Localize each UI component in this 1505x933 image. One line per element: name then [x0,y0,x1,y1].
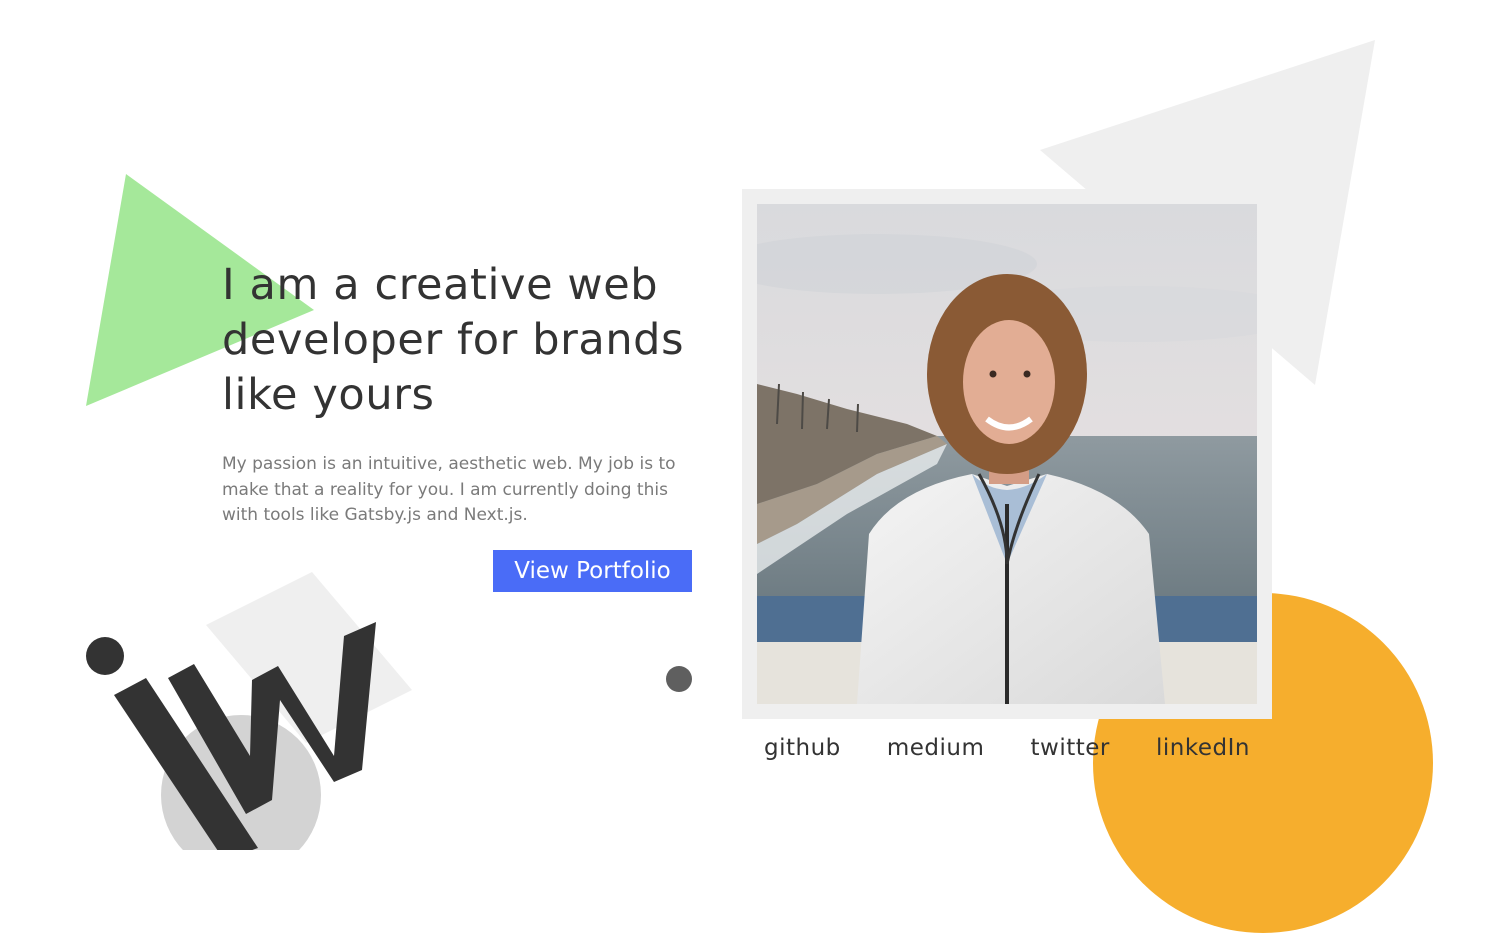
gray-dot-shape [666,666,692,692]
twitter-link[interactable]: twitter [1031,728,1110,768]
jw-logo-icon[interactable] [76,560,426,850]
hero-title: I am a creative web developer for brands… [222,260,685,420]
profile-photo [757,204,1257,704]
photo-frame [742,189,1272,719]
linkedin-link[interactable]: linkedIn [1156,728,1250,768]
social-links: github medium twitter linkedIn [742,728,1272,768]
medium-link[interactable]: medium [887,728,985,768]
view-portfolio-button[interactable]: View Portfolio [493,550,692,592]
hero-description: My passion is an intuitive, aesthetic we… [222,454,676,525]
github-link[interactable]: github [764,728,841,768]
